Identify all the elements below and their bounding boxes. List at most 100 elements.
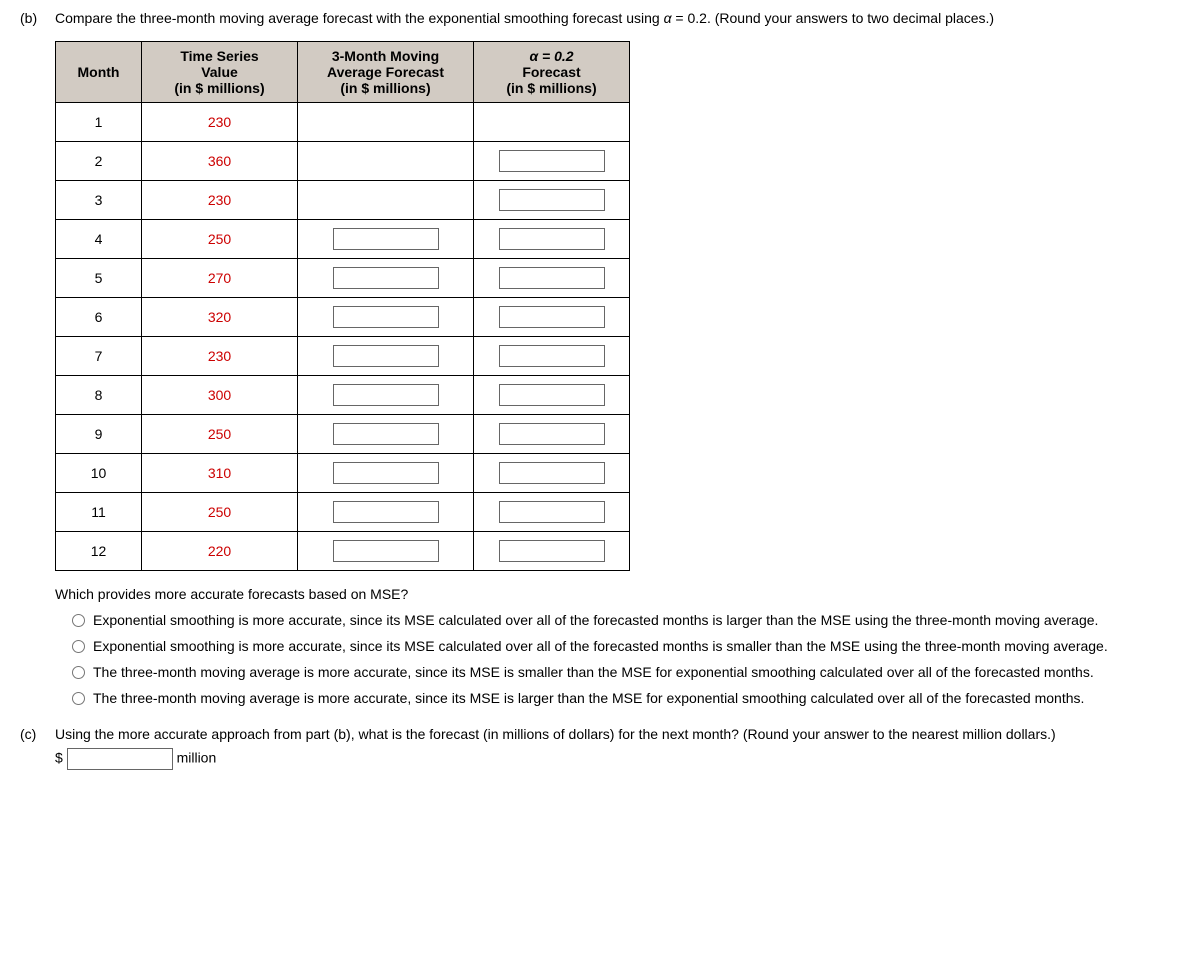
part-b: (b) Compare the three-month moving avera… [20,10,1180,716]
moving-average-cell [298,454,474,493]
month-cell: 7 [56,337,142,376]
time-series-value: 310 [142,454,298,493]
alpha-forecast-input[interactable] [499,267,605,289]
time-series-value: 230 [142,181,298,220]
mse-question: Which provides more accurate forecasts b… [55,586,1180,602]
moving-average-input[interactable] [333,345,439,367]
moving-average-cell [298,493,474,532]
table-row: 1230 [56,103,630,142]
moving-average-cell [298,532,474,571]
table-row: 9250 [56,415,630,454]
moving-average-cell [298,220,474,259]
part-c-content: Using the more accurate approach from pa… [55,726,1180,770]
part-b-content: Compare the three-month moving average f… [55,10,1180,716]
moving-average-input[interactable] [333,462,439,484]
mse-option-text: The three-month moving average is more a… [93,690,1180,706]
table-row: 2360 [56,142,630,181]
mse-radio[interactable] [72,640,85,653]
time-series-value: 250 [142,220,298,259]
alpha-forecast-input[interactable] [499,306,605,328]
month-cell: 2 [56,142,142,181]
alpha-forecast-input[interactable] [499,345,605,367]
alpha-forecast-input[interactable] [499,228,605,250]
time-series-value: 230 [142,337,298,376]
month-cell: 4 [56,220,142,259]
time-series-value: 270 [142,259,298,298]
alpha-forecast-cell [474,376,630,415]
moving-average-input[interactable] [333,267,439,289]
mse-radio-group: Exponential smoothing is more accurate, … [67,612,1180,706]
mse-option: Exponential smoothing is more accurate, … [67,638,1180,654]
alpha-forecast-cell [474,259,630,298]
moving-average-cell [298,259,474,298]
month-cell: 1 [56,103,142,142]
part-b-label: (b) [20,10,55,716]
month-cell: 6 [56,298,142,337]
mse-option: Exponential smoothing is more accurate, … [67,612,1180,628]
mse-radio[interactable] [72,692,85,705]
header-month: Month [56,42,142,103]
alpha-forecast-cell [474,337,630,376]
moving-average-input[interactable] [333,540,439,562]
unit-label: million [177,750,217,766]
mse-radio[interactable] [72,614,85,627]
alpha-forecast-input[interactable] [499,501,605,523]
time-series-value: 250 [142,493,298,532]
alpha-forecast-input[interactable] [499,540,605,562]
moving-average-cell [298,142,474,181]
alpha-forecast-input[interactable] [499,189,605,211]
moving-average-input[interactable] [333,384,439,406]
table-row: 7230 [56,337,630,376]
moving-average-cell [298,337,474,376]
moving-average-input[interactable] [333,228,439,250]
forecast-table: Month Time Series Value (in $ millions) … [55,41,630,571]
alpha-forecast-cell [474,181,630,220]
moving-average-cell [298,103,474,142]
moving-average-input[interactable] [333,423,439,445]
alpha-forecast-input[interactable] [499,150,605,172]
moving-average-cell [298,415,474,454]
mse-option-text: The three-month moving average is more a… [93,664,1180,680]
moving-average-input[interactable] [333,501,439,523]
alpha-forecast-input[interactable] [499,462,605,484]
month-cell: 3 [56,181,142,220]
table-row: 12220 [56,532,630,571]
header-alpha-forecast: α = 0.2 Forecast (in $ millions) [474,42,630,103]
table-row: 3230 [56,181,630,220]
table-row: 6320 [56,298,630,337]
mse-option: The three-month moving average is more a… [67,690,1180,706]
month-cell: 12 [56,532,142,571]
alpha-forecast-cell [474,220,630,259]
moving-average-cell [298,298,474,337]
alpha-forecast-cell [474,532,630,571]
time-series-value: 320 [142,298,298,337]
alpha-forecast-cell [474,298,630,337]
table-row: 11250 [56,493,630,532]
alpha-forecast-cell [474,103,630,142]
alpha-forecast-cell [474,493,630,532]
table-row: 8300 [56,376,630,415]
part-c-label: (c) [20,726,55,770]
alpha-forecast-cell [474,454,630,493]
alpha-forecast-input[interactable] [499,384,605,406]
month-cell: 10 [56,454,142,493]
alpha-forecast-input[interactable] [499,423,605,445]
table-row: 10310 [56,454,630,493]
month-cell: 11 [56,493,142,532]
mse-radio[interactable] [72,666,85,679]
table-row: 4250 [56,220,630,259]
forecast-input[interactable] [67,748,173,770]
header-time-series: Time Series Value (in $ millions) [142,42,298,103]
time-series-value: 230 [142,103,298,142]
mse-option-text: Exponential smoothing is more accurate, … [93,638,1180,654]
moving-average-input[interactable] [333,306,439,328]
month-cell: 8 [56,376,142,415]
dollar-sign: $ [55,750,63,766]
moving-average-cell [298,376,474,415]
part-b-prompt: Compare the three-month moving average f… [55,10,1180,26]
table-row: 5270 [56,259,630,298]
part-c: (c) Using the more accurate approach fro… [20,726,1180,770]
moving-average-cell [298,181,474,220]
time-series-value: 360 [142,142,298,181]
time-series-value: 250 [142,415,298,454]
